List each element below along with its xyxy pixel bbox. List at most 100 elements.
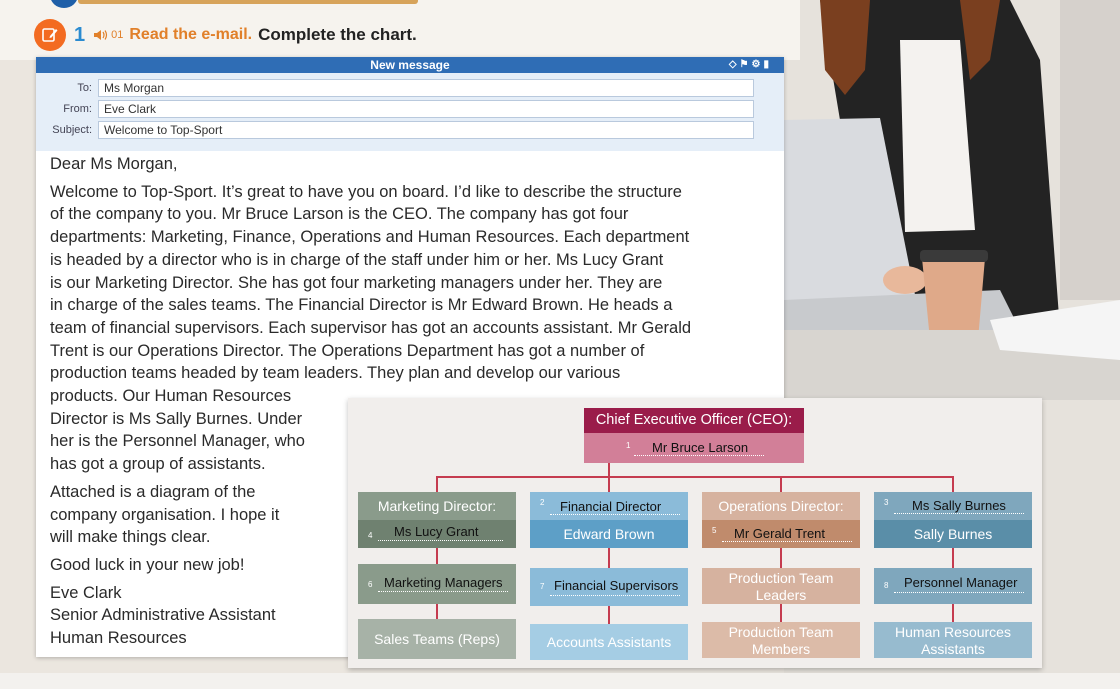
hr-level3-box: Human Resources Assistants xyxy=(874,622,1032,658)
email-titlebar: New message ◇⚑⚙▮ xyxy=(36,57,784,73)
connector-line xyxy=(608,548,610,568)
operations-name-number: 5 xyxy=(712,526,717,535)
hr-level2-box[interactable]: 8 Personnel Manager xyxy=(874,568,1032,604)
connector-line xyxy=(952,548,954,568)
connector-line xyxy=(436,548,438,564)
audio-track-number: 01 xyxy=(111,29,124,41)
finance-level3-box: Accounts Assistants xyxy=(530,624,688,660)
body-line: Welcome to Top-Sport. It’s great to have… xyxy=(50,182,682,201)
page-marker-bar xyxy=(78,0,418,4)
connector-line xyxy=(436,603,438,619)
settings-icon[interactable]: ⚙ xyxy=(752,59,764,70)
exercise-header: 1 01 Read the e-mail. Complete the chart… xyxy=(34,18,417,52)
email-window-title: New message xyxy=(370,58,450,72)
to-field[interactable]: Ms Morgan xyxy=(98,78,754,97)
finance-level3: Accounts Assistants xyxy=(546,634,672,650)
page-bottom-edge xyxy=(0,673,1120,689)
audio-track[interactable]: 01 xyxy=(93,29,123,41)
connector-line xyxy=(952,604,954,622)
body-line: departments: Marketing, Finance, Operati… xyxy=(50,228,690,247)
marketing-level3-box: Sales Teams (Reps) xyxy=(358,619,516,659)
connector-line xyxy=(780,604,782,622)
finance-name: Edward Brown xyxy=(563,526,655,542)
body-line: is headed by a director who is in charge… xyxy=(50,250,664,269)
answer-dotted-line xyxy=(378,540,503,541)
connector-line xyxy=(608,606,610,624)
body-line: is our Marketing Director. She has got f… xyxy=(50,273,663,292)
ceo-answer: Mr Bruce Larson xyxy=(652,440,749,455)
marketing-level3: Sales Teams (Reps) xyxy=(374,631,500,647)
marketing-level2-number: 6 xyxy=(368,580,373,589)
operations-level2-line: Production Team xyxy=(728,570,834,586)
ceo-title-box: Chief Executive Officer (CEO): xyxy=(584,408,804,433)
operations-title-box: Operations Director: xyxy=(702,492,860,520)
body-line: production teams headed by team leaders.… xyxy=(50,364,621,383)
from-field[interactable]: Eve Clark xyxy=(98,99,754,118)
body-line: of the company to you. Mr Bruce Larson i… xyxy=(50,205,629,224)
operations-level2-line: Leaders xyxy=(755,587,807,603)
org-chart: Chief Executive Officer (CEO): 1 Mr Bruc… xyxy=(348,398,1042,668)
connector-line xyxy=(608,476,610,492)
connector-line xyxy=(436,476,954,478)
to-label: To: xyxy=(77,81,92,94)
email-toolbar-icons: ◇⚑⚙▮ xyxy=(729,57,772,73)
connector-line xyxy=(952,476,954,492)
ceo-answer-box[interactable]: 1 Mr Bruce Larson xyxy=(584,433,804,463)
hr-level2-number: 8 xyxy=(884,581,889,590)
marketing-level2-answer: Marketing Managers xyxy=(384,575,503,590)
from-label: From: xyxy=(63,102,92,115)
ceo-title: Chief Executive Officer (CEO): xyxy=(595,412,793,428)
attach-icon[interactable]: ▮ xyxy=(763,59,772,70)
hr-title-number: 3 xyxy=(884,498,889,507)
finance-title-box[interactable]: 2 Financial Director xyxy=(530,492,688,520)
operations-name-box[interactable]: 5 Mr Gerald Trent xyxy=(702,520,860,548)
subject-row: Subject: Welcome to Top-Sport xyxy=(36,119,754,140)
answer-dotted-line xyxy=(894,513,1024,514)
marketing-director-answer: Ms Lucy Grant xyxy=(394,524,479,539)
hr-name-box: Sally Burnes xyxy=(874,520,1032,548)
subject-field[interactable]: Welcome to Top-Sport xyxy=(98,120,754,139)
hr-level2-answer: Personnel Manager xyxy=(904,575,1018,590)
operations-director-answer: Mr Gerald Trent xyxy=(734,526,826,541)
finance-title-answer: Financial Director xyxy=(560,499,662,514)
finance-level2-answer: Financial Supervisors xyxy=(554,578,679,593)
connector-line xyxy=(436,476,438,492)
answer-dotted-line xyxy=(894,592,1024,593)
tag-icon[interactable]: ◇ xyxy=(729,59,740,70)
marketing-name-box[interactable]: 4 Ms Lucy Grant xyxy=(358,520,516,548)
connector-line xyxy=(780,548,782,568)
connector-line xyxy=(608,463,610,476)
operations-level3-line: Members xyxy=(751,641,811,657)
finance-level2-number: 7 xyxy=(540,582,545,591)
body-line: team of financial supervisors. Each supe… xyxy=(50,318,692,337)
marketing-name-number: 4 xyxy=(368,531,373,540)
connector-line xyxy=(780,476,782,492)
hr-title-box[interactable]: 3 Ms Sally Burnes xyxy=(874,492,1032,520)
instruction-read: Read the e-mail. xyxy=(129,26,253,43)
body-line: in charge of the sales teams. The Financ… xyxy=(50,296,673,315)
answer-dotted-line xyxy=(378,591,508,592)
flag-icon[interactable]: ⚑ xyxy=(740,59,752,70)
hr-name: Sally Burnes xyxy=(913,526,993,542)
subject-label: Subject: xyxy=(52,123,92,136)
operations-level2-box: Production Team Leaders xyxy=(702,568,860,604)
operations-title: Operations Director: xyxy=(718,498,844,514)
answer-dotted-line xyxy=(550,514,680,515)
hr-level3-line: Assistants xyxy=(921,641,985,657)
from-row: From: Eve Clark xyxy=(36,98,754,119)
hr-level3-line: Human Resources xyxy=(895,624,1011,640)
operations-level3-line: Production Team xyxy=(728,624,834,640)
ceo-answer-number: 1 xyxy=(626,441,631,450)
speaker-icon xyxy=(94,30,108,40)
marketing-title: Marketing Director: xyxy=(377,498,497,514)
answer-dotted-line xyxy=(550,595,680,596)
greeting: Dear Ms Morgan, xyxy=(50,155,178,173)
instruction-complete: Complete the chart. xyxy=(258,25,417,44)
answer-dotted-line xyxy=(722,541,852,542)
finance-level2-box[interactable]: 7 Financial Supervisors xyxy=(530,568,688,606)
email-header-fields: To: Ms Morgan From: Eve Clark Subject: W… xyxy=(36,73,784,151)
operations-level3-box: Production Team Members xyxy=(702,622,860,658)
exercise-number: 1 xyxy=(74,23,86,46)
marketing-level2-box[interactable]: 6 Marketing Managers xyxy=(358,564,516,604)
to-row: To: Ms Morgan xyxy=(36,77,754,98)
